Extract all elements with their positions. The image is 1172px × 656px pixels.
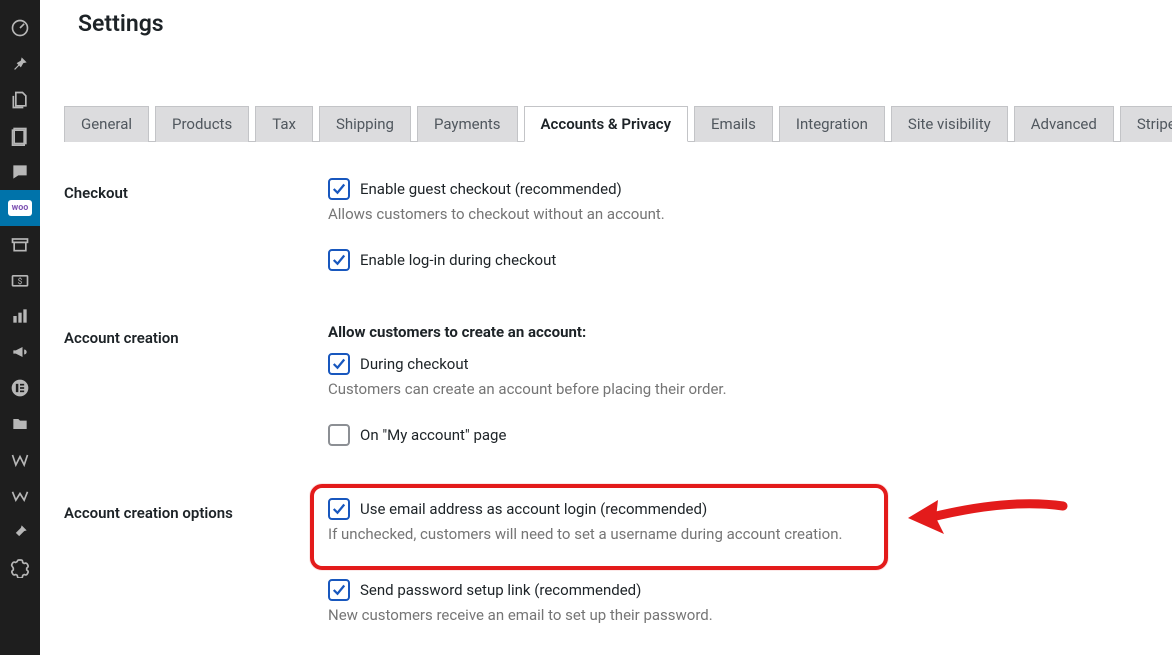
section-checkout: Checkout Enable guest checkout (recommen… xyxy=(64,172,1172,317)
settings-tabs: General Products Tax Shipping Payments A… xyxy=(64,105,1172,142)
sidebar-item-dashboard[interactable] xyxy=(0,10,40,46)
dashboard-icon xyxy=(10,18,30,38)
tab-integration[interactable]: Integration xyxy=(779,106,885,142)
section-account-creation-options: Account creation options Use email addre… xyxy=(64,492,1172,656)
sidebar-item-archive[interactable] xyxy=(0,226,40,262)
tab-accounts-privacy[interactable]: Accounts & Privacy xyxy=(524,106,689,142)
w2-icon xyxy=(10,486,30,506)
pin-icon xyxy=(10,54,30,74)
heading-allow-create: Allow customers to create an account: xyxy=(328,323,727,341)
label-use-email-as-login: Use email address as account login (reco… xyxy=(360,500,707,518)
currency-icon: $ xyxy=(10,270,30,290)
sidebar-item-w2[interactable] xyxy=(0,478,40,514)
sidebar-item-templates[interactable] xyxy=(0,406,40,442)
sidebar-item-media[interactable] xyxy=(0,82,40,118)
tab-tax[interactable]: Tax xyxy=(255,106,313,142)
sidebar-item-w[interactable] xyxy=(0,442,40,478)
sidebar-item-elementor[interactable] xyxy=(0,370,40,406)
label-my-account-page: On "My account" page xyxy=(360,426,506,444)
checkbox-login-during-checkout[interactable] xyxy=(328,249,350,271)
sidebar-item-comments[interactable] xyxy=(0,154,40,190)
page-title: Settings xyxy=(40,0,1172,45)
tab-stripe[interactable]: Stripe xyxy=(1120,106,1172,142)
section-account-creation: Account creation Allow customers to crea… xyxy=(64,317,1172,492)
checkbox-send-password-link[interactable] xyxy=(328,579,350,601)
tab-payments[interactable]: Payments xyxy=(417,106,518,142)
label-login-during-checkout: Enable log-in during checkout xyxy=(360,251,556,269)
templates-icon xyxy=(10,414,30,434)
marketing-icon xyxy=(10,342,30,362)
svg-text:$: $ xyxy=(18,276,23,287)
checkbox-use-email-as-login[interactable] xyxy=(328,498,350,520)
sidebar-item-tools[interactable] xyxy=(0,514,40,550)
woocommerce-icon: woo xyxy=(8,200,32,216)
checkbox-during-checkout[interactable] xyxy=(328,353,350,375)
sidebar-item-payments[interactable]: $ xyxy=(0,262,40,298)
analytics-icon xyxy=(10,306,30,326)
label-during-checkout: During checkout xyxy=(360,355,469,373)
label-send-password-link: Send password setup link (recommended) xyxy=(360,581,641,599)
elementor-icon xyxy=(10,378,30,398)
admin-sidebar: woo $ xyxy=(0,0,40,655)
media-icon xyxy=(10,90,30,110)
comments-icon xyxy=(10,162,30,182)
tab-shipping[interactable]: Shipping xyxy=(319,106,411,142)
main-panel: Settings General Products Tax Shipping P… xyxy=(40,0,1172,655)
sidebar-item-marketing[interactable] xyxy=(0,334,40,370)
section-label-creation: Account creation xyxy=(64,323,328,347)
tab-products[interactable]: Products xyxy=(155,106,249,142)
label-guest-checkout: Enable guest checkout (recommended) xyxy=(360,180,622,198)
sidebar-item-pages[interactable] xyxy=(0,118,40,154)
checkbox-my-account-page[interactable] xyxy=(328,424,350,446)
checkbox-guest-checkout[interactable] xyxy=(328,178,350,200)
settings-content: Checkout Enable guest checkout (recommen… xyxy=(40,142,1172,656)
tab-emails[interactable]: Emails xyxy=(694,106,773,142)
sidebar-item-pin[interactable] xyxy=(0,46,40,82)
desc-guest-checkout: Allows customers to checkout without an … xyxy=(328,204,665,225)
tools-icon xyxy=(10,522,30,542)
desc-during-checkout: Customers can create an account before p… xyxy=(328,379,727,400)
pages-icon xyxy=(10,126,30,146)
sidebar-item-analytics[interactable] xyxy=(0,298,40,334)
desc-use-email-as-login: If unchecked, customers will need to set… xyxy=(328,524,842,545)
desc-send-password-link: New customers receive an email to set up… xyxy=(328,605,842,626)
sidebar-item-woocommerce[interactable]: woo xyxy=(0,190,40,226)
w-icon xyxy=(10,450,30,470)
tab-site-visibility[interactable]: Site visibility xyxy=(891,106,1008,142)
tab-advanced[interactable]: Advanced xyxy=(1014,106,1114,142)
tab-general[interactable]: General xyxy=(64,106,149,142)
settings-icon xyxy=(10,558,30,578)
archive-icon xyxy=(10,234,30,254)
section-label-options: Account creation options xyxy=(64,498,328,522)
section-label-checkout: Checkout xyxy=(64,178,328,202)
sidebar-item-settings[interactable] xyxy=(0,550,40,586)
